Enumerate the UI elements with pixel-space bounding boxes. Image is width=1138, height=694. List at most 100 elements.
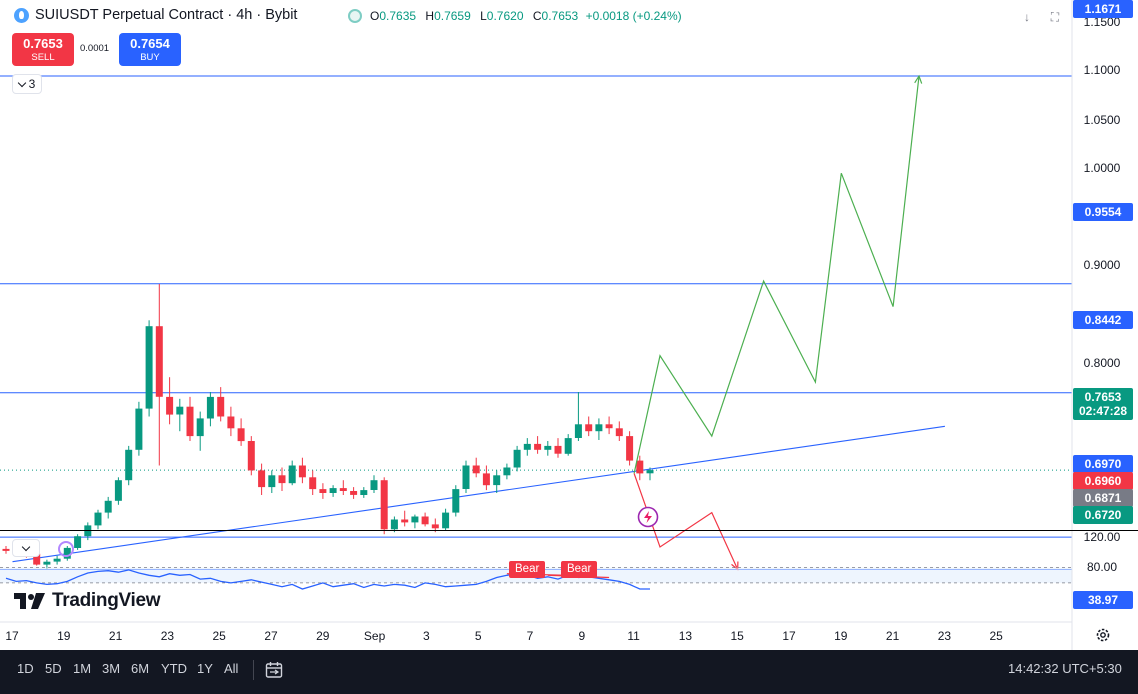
ohlc-high: 0.7659 xyxy=(434,9,471,23)
time-axis-label: 11 xyxy=(627,629,640,643)
candle-body xyxy=(401,519,409,523)
candle[interactable] xyxy=(196,411,204,451)
candle[interactable] xyxy=(554,438,562,458)
timeframe-button-5d[interactable]: 5D xyxy=(45,661,62,676)
candle[interactable] xyxy=(503,463,511,480)
candle[interactable] xyxy=(258,463,266,495)
candle[interactable] xyxy=(104,496,112,519)
timeframe-button-1d[interactable]: 1D xyxy=(17,661,34,676)
candle[interactable] xyxy=(155,284,163,466)
buy-button[interactable]: 0.7654 BUY xyxy=(119,33,181,66)
chart-area[interactable] xyxy=(0,0,1138,650)
candle[interactable] xyxy=(278,467,286,492)
candle[interactable] xyxy=(319,483,327,499)
candle[interactable] xyxy=(544,441,552,456)
gear-icon[interactable] xyxy=(1095,627,1111,643)
candle[interactable] xyxy=(74,534,82,550)
candle[interactable] xyxy=(421,512,429,527)
candle[interactable] xyxy=(114,477,122,505)
candle-body xyxy=(43,561,51,565)
candle[interactable] xyxy=(2,546,10,554)
timeframe-button-1y[interactable]: 1Y xyxy=(197,661,213,676)
chart-title[interactable]: SUIUSDT Perpetual Contract · 4h · Bybit xyxy=(14,7,297,23)
candle[interactable] xyxy=(309,470,317,495)
candle-body xyxy=(94,512,102,526)
candle[interactable] xyxy=(166,377,174,425)
candle[interactable] xyxy=(329,485,337,497)
candle-body xyxy=(2,548,10,551)
candle[interactable] xyxy=(125,445,133,486)
candle[interactable] xyxy=(595,418,603,440)
candle[interactable] xyxy=(442,508,450,531)
candle[interactable] xyxy=(380,477,388,535)
candle[interactable] xyxy=(493,470,501,493)
candle[interactable] xyxy=(145,320,153,417)
candle[interactable] xyxy=(360,487,368,498)
candle-body xyxy=(554,445,562,454)
candle[interactable] xyxy=(585,416,593,437)
candle[interactable] xyxy=(411,514,419,529)
utc-clock[interactable]: 14:42:32 UTC+5:30 xyxy=(1008,661,1122,676)
candle[interactable] xyxy=(574,392,582,441)
candle[interactable] xyxy=(176,398,184,432)
candle[interactable] xyxy=(462,460,470,493)
eye-icon[interactable] xyxy=(348,9,362,23)
candle[interactable] xyxy=(227,406,235,437)
candle[interactable] xyxy=(626,431,634,466)
time-axis-label: 19 xyxy=(834,629,848,643)
candle[interactable] xyxy=(206,392,214,427)
fullscreen-icon[interactable]: ⛶ xyxy=(1045,7,1065,27)
candle[interactable] xyxy=(523,438,531,456)
scroll-down-icon[interactable]: ↓ xyxy=(1017,7,1037,27)
candle-body xyxy=(166,396,174,415)
candle[interactable] xyxy=(401,510,409,527)
time-axis-label: 5 xyxy=(474,629,482,643)
candle[interactable] xyxy=(237,418,245,446)
candle[interactable] xyxy=(482,465,490,491)
candle[interactable] xyxy=(268,470,276,493)
candle-body xyxy=(217,396,225,417)
candle-body xyxy=(493,475,501,486)
candle[interactable] xyxy=(288,460,296,486)
candle[interactable] xyxy=(247,436,255,476)
candle[interactable] xyxy=(53,555,61,565)
indicator-count: 3 xyxy=(28,77,36,91)
candle[interactable] xyxy=(605,416,613,435)
time-axis-label: 27 xyxy=(264,629,278,643)
price-axis-label: 1.0500 xyxy=(1083,113,1121,127)
timeframe-button-1m[interactable]: 1M xyxy=(73,661,91,676)
time-axis-label: 17 xyxy=(782,629,796,643)
candle[interactable] xyxy=(534,436,542,454)
event-marker-icon[interactable] xyxy=(637,506,659,528)
candle[interactable] xyxy=(135,401,143,456)
timeframe-button-6m[interactable]: 6M xyxy=(131,661,149,676)
candle[interactable] xyxy=(186,396,194,441)
candle[interactable] xyxy=(452,485,460,517)
trendline[interactable] xyxy=(12,425,945,563)
candle-body xyxy=(135,408,143,450)
sell-button[interactable]: 0.7653 SELL xyxy=(12,33,74,66)
timeframe-button-3m[interactable]: 3M xyxy=(102,661,120,676)
candle[interactable] xyxy=(615,421,623,441)
projection-path[interactable] xyxy=(633,76,920,474)
indicators-toggle[interactable]: 3 xyxy=(12,74,42,94)
date-range-icon[interactable] xyxy=(264,660,284,680)
rsi-collapse-button[interactable] xyxy=(12,539,40,557)
pane-separator[interactable] xyxy=(0,530,1138,531)
bear-divergence-label: Bear xyxy=(561,561,598,578)
candle[interactable] xyxy=(513,445,521,472)
time-axis-label: 7 xyxy=(526,629,534,643)
candle[interactable] xyxy=(350,487,358,499)
tradingview-logo[interactable]: TradingView xyxy=(14,590,161,612)
timeframe-button-ytd[interactable]: YTD xyxy=(161,661,187,676)
chart-title-text: SUIUSDT Perpetual Contract · 4h · Bybit xyxy=(35,7,298,23)
candle[interactable] xyxy=(370,475,378,493)
candle-body xyxy=(585,424,593,432)
candle[interactable] xyxy=(472,457,480,478)
rsi-indicator-icon[interactable] xyxy=(58,541,74,557)
timeframe-button-all[interactable]: All xyxy=(224,661,238,676)
candle[interactable] xyxy=(564,434,572,456)
candle[interactable] xyxy=(298,457,306,484)
candle[interactable] xyxy=(94,509,102,530)
candle[interactable] xyxy=(339,480,347,495)
